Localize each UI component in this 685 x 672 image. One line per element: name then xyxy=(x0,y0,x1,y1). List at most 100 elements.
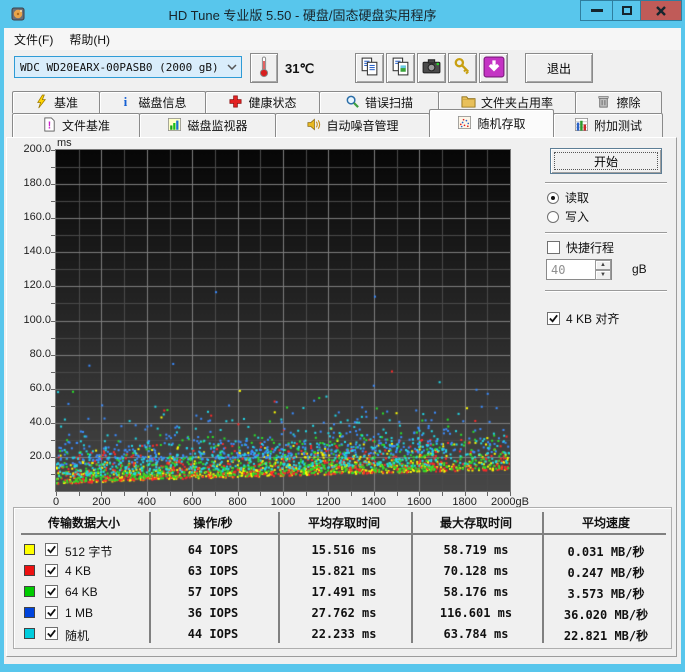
table-value: 63 IOPS xyxy=(187,564,239,578)
x-tick xyxy=(510,492,511,496)
close-icon xyxy=(655,5,667,17)
write-radio-circle xyxy=(547,210,559,223)
series-color-swatch xyxy=(24,544,35,555)
copy-image-icon xyxy=(390,56,411,80)
thermometer-icon xyxy=(254,55,274,82)
table-value: 36.020 MB/秒 xyxy=(563,608,649,622)
table-row: 随机 44 IOPS 22.233 ms 63.784 ms 22.821 MB/秒 xyxy=(14,624,671,645)
app-icon-hdd xyxy=(10,6,26,22)
start-button[interactable]: 开始 xyxy=(550,148,662,174)
tab-aam[interactable]: 自动噪音管理 xyxy=(275,113,430,137)
y-tick xyxy=(51,218,55,220)
minimize-button[interactable] xyxy=(580,0,613,21)
error-scan-icon xyxy=(345,94,360,112)
access-time-scatter-chart: ms 20.0 40.0 60.0 80.0 100.0 120.0 140.0 160.0 1… xyxy=(7,137,537,508)
x-tick xyxy=(283,492,284,496)
align-4kb-checkbox[interactable]: 4 KB 对齐 xyxy=(547,310,619,327)
x-tick xyxy=(305,492,307,496)
toolbar: WDC WD20EARX-00PASB0 (2000 gB) 31℃ 退出 xyxy=(4,50,681,90)
table-value: 58.719 ms xyxy=(443,543,509,557)
aam-icon xyxy=(306,117,321,135)
series-color-swatch xyxy=(24,628,35,639)
camera-button[interactable] xyxy=(417,53,446,83)
save-download-icon xyxy=(483,56,505,81)
y-tick xyxy=(51,201,55,203)
y-tick-label: 180.0 xyxy=(23,177,51,190)
disk-info-icon: i xyxy=(118,94,133,112)
table-row: 64 KB 57 IOPS 17.491 ms 58.176 ms 3.573 MB/秒 xyxy=(14,582,671,603)
series-visible-checkbox[interactable] xyxy=(45,543,58,556)
short-stroke-checkbox[interactable]: 快捷行程 xyxy=(547,239,614,256)
y-axis-unit-label: ms xyxy=(57,137,72,149)
x-tick xyxy=(464,492,466,496)
maximize-button[interactable] xyxy=(612,0,641,21)
x-tick xyxy=(396,492,398,496)
y-tick xyxy=(51,235,55,237)
separator xyxy=(545,290,667,292)
y-tick xyxy=(51,354,55,356)
tab-health[interactable]: 健康状态 xyxy=(205,91,320,113)
spin-up-button[interactable]: ▲ xyxy=(595,260,611,270)
series-color-swatch xyxy=(24,607,35,618)
menu-item-help[interactable]: 帮助(H) xyxy=(61,28,118,51)
series-color-swatch xyxy=(24,586,35,597)
x-tick xyxy=(351,492,353,496)
copy-image-button[interactable] xyxy=(386,53,415,83)
read-radio[interactable]: 读取 xyxy=(547,189,589,206)
y-tick xyxy=(51,456,55,458)
tab-disk-monitor[interactable]: 磁盘监视器 xyxy=(139,113,276,137)
svg-text:i: i xyxy=(124,94,128,109)
exit-button[interactable]: 退出 xyxy=(525,53,593,83)
series-visible-checkbox[interactable] xyxy=(45,564,58,577)
y-tick xyxy=(51,150,55,151)
table-header: 传输数据大小 xyxy=(47,516,121,530)
series-visible-checkbox[interactable] xyxy=(45,627,58,640)
benchmark-icon xyxy=(34,94,49,112)
tab-label: 错误扫描 xyxy=(364,96,413,110)
separator xyxy=(545,232,667,234)
write-radio-label: 写入 xyxy=(565,210,590,224)
temperature-button[interactable] xyxy=(250,53,278,83)
table-value: 116.601 ms xyxy=(439,606,513,620)
x-tick xyxy=(169,492,171,496)
copy-text-icon xyxy=(359,56,380,80)
chevron-down-icon[interactable] xyxy=(223,64,241,70)
tab-benchmark[interactable]: 基准 xyxy=(12,91,100,113)
results-table: 传输数据大小 操作/秒 平均存取时间 最大存取时间 平均速度 512 字节 64 IOPS 1… xyxy=(13,507,672,649)
series-visible-checkbox[interactable] xyxy=(45,585,58,598)
x-tick xyxy=(124,492,126,496)
keys-icon xyxy=(452,56,473,80)
table-header: 操作/秒 xyxy=(193,516,233,530)
x-tick xyxy=(146,492,148,496)
copy-text-button[interactable] xyxy=(355,53,384,83)
table-value: 58.176 ms xyxy=(443,585,509,599)
write-radio[interactable]: 写入 xyxy=(547,208,589,225)
drive-selector[interactable]: WDC WD20EARX-00PASB0 (2000 gB) xyxy=(14,56,242,78)
spin-down-button[interactable]: ▼ xyxy=(595,270,611,280)
tab-extra-tests[interactable]: 附加测试 xyxy=(553,113,663,137)
temperature-label: 31℃ xyxy=(285,61,315,76)
tab-row-1: 基准 i 磁盘信息 健康状态 错误扫描 文件夹占用率 擦除 xyxy=(12,91,669,113)
table-value: 70.128 ms xyxy=(443,564,509,578)
window-title: HD Tune 专业版 5.50 - 硬盘/固态硬盘实用程序 xyxy=(168,8,437,23)
keys-button[interactable] xyxy=(448,53,477,83)
y-tick xyxy=(51,439,55,441)
close-button[interactable] xyxy=(640,0,682,21)
tab-disk-info[interactable]: i 磁盘信息 xyxy=(99,91,206,113)
save-download-button[interactable] xyxy=(479,53,508,83)
short-stroke-size-spinner[interactable]: 40 ▲ ▼ xyxy=(546,259,612,280)
svg-text:!: ! xyxy=(48,120,51,131)
menu-item-file[interactable]: 文件(F) xyxy=(6,28,61,51)
tab-file-benchmark[interactable]: ! 文件基准 xyxy=(12,113,140,137)
series-visible-checkbox[interactable] xyxy=(45,606,58,619)
tab-erase[interactable]: 擦除 xyxy=(575,91,662,113)
extra-tests-icon xyxy=(574,117,589,135)
align-4kb-checkbox-box xyxy=(547,312,560,325)
tab-random-access[interactable]: 随机存取 xyxy=(429,109,554,137)
tab-error-scan[interactable]: 错误扫描 xyxy=(319,91,439,113)
x-tick xyxy=(328,492,330,496)
series-label: 随机 xyxy=(65,629,90,643)
separator xyxy=(545,182,667,184)
x-tick xyxy=(487,492,489,496)
table-value: 22.821 MB/秒 xyxy=(563,629,649,643)
